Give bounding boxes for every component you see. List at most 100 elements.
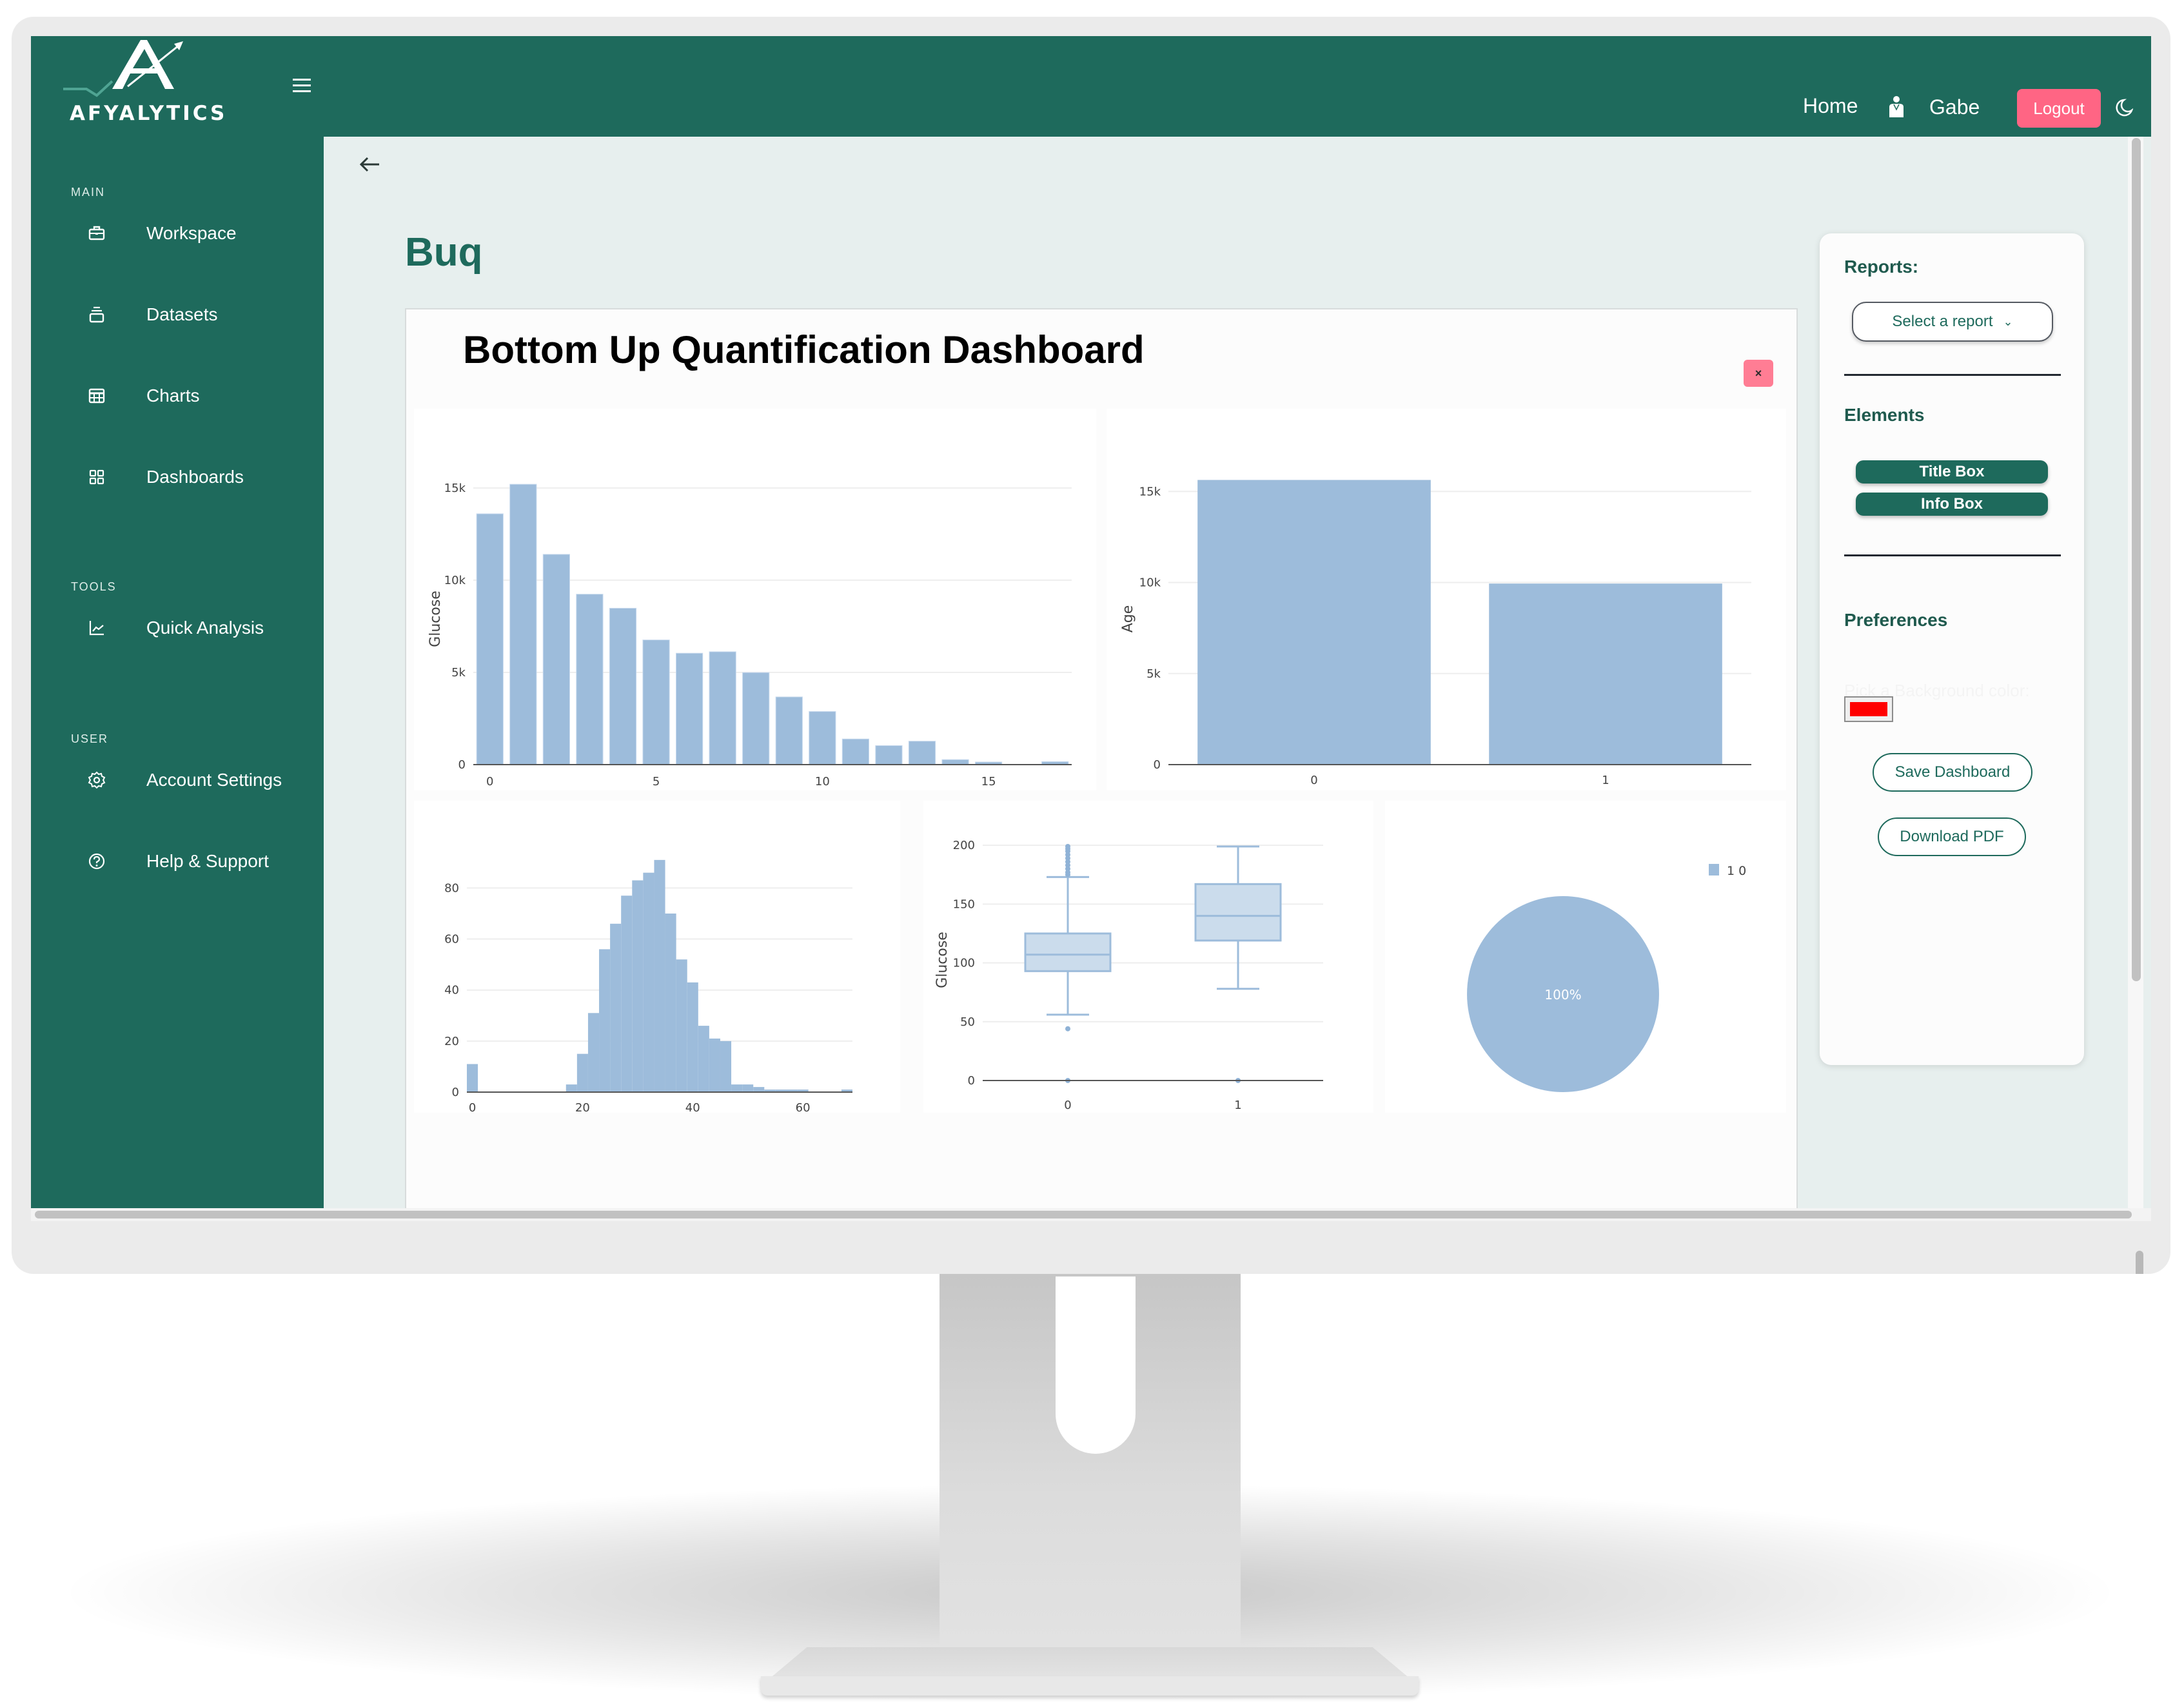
vertical-scrollbar-thumb[interactable] bbox=[2132, 138, 2141, 981]
chart-svg: 0204060800204060BMI bbox=[444, 859, 852, 1113]
x-tick-label: 0 bbox=[1310, 774, 1317, 787]
close-title-box-button[interactable]: × bbox=[1744, 360, 1773, 387]
sidebar-item-quick-analysis[interactable]: Quick Analysis bbox=[31, 605, 324, 656]
histogram-bar bbox=[742, 1084, 754, 1092]
histogram-bar bbox=[599, 949, 611, 1092]
y-tick-label: 100 bbox=[953, 957, 975, 970]
help-icon bbox=[88, 853, 105, 870]
chart-outcome-age[interactable]: 05k10k15k01OutcomeAge bbox=[1107, 409, 1786, 790]
brand-logo[interactable]: AFYALYTICS bbox=[50, 36, 257, 133]
sidebar-section-main: MAIN bbox=[71, 186, 105, 199]
x-tick-label: 0 bbox=[486, 775, 493, 788]
y-tick-label: 0 bbox=[452, 1086, 459, 1099]
x-tick-label: 1 bbox=[1234, 1099, 1241, 1112]
brand-name: AFYALYTICS bbox=[70, 102, 228, 125]
y-tick-label: 15k bbox=[1139, 485, 1161, 498]
bar bbox=[642, 640, 670, 765]
bar bbox=[875, 745, 903, 765]
chart-outcome-pie[interactable]: 100% 1 0 bbox=[1385, 801, 1786, 1113]
outlier-point bbox=[1065, 1026, 1070, 1032]
top-navbar: AFYALYTICS Home Gabe Logout bbox=[31, 36, 2151, 137]
sidebar-item-workspace[interactable]: Workspace bbox=[31, 210, 324, 262]
histogram-bar bbox=[576, 1053, 588, 1092]
bg-color-picker[interactable] bbox=[1844, 696, 1893, 722]
bar bbox=[476, 513, 504, 765]
sidebar-item-label: Help & Support bbox=[146, 851, 269, 871]
y-tick-label: 5k bbox=[1146, 667, 1161, 681]
add-title-box-button[interactable]: Title Box bbox=[1856, 460, 2048, 484]
bar bbox=[675, 652, 703, 765]
chart-svg: 05k10k15k051015PregnanciesGlucose bbox=[428, 482, 1072, 788]
sidebar-item-datasets[interactable]: Datasets bbox=[31, 291, 324, 343]
histogram-bar bbox=[587, 1013, 600, 1092]
reports-heading: Reports: bbox=[1844, 257, 1919, 277]
sidebar-section-user: USER bbox=[71, 732, 109, 745]
histogram-bar bbox=[621, 895, 633, 1092]
report-select-label: Select a report bbox=[1892, 313, 1993, 330]
chart-pregnancies-glucose[interactable]: 05k10k15k051015PregnanciesGlucose bbox=[414, 409, 1096, 790]
y-tick-label: 10k bbox=[444, 574, 466, 587]
y-tick-label: 40 bbox=[444, 984, 459, 997]
chart-bmi-histogram[interactable]: 0204060800204060BMI bbox=[414, 801, 900, 1113]
dashboard-title[interactable]: Bottom Up Quantification Dashboard bbox=[463, 328, 1145, 372]
bar bbox=[941, 759, 969, 765]
user-icon bbox=[1889, 96, 1904, 117]
add-info-box-button[interactable]: Info Box bbox=[1856, 493, 2048, 516]
y-tick-label: 0 bbox=[458, 758, 466, 772]
bg-color-value bbox=[1850, 702, 1887, 716]
chart-svg: 100% 1 0 bbox=[1467, 864, 1746, 1092]
report-select[interactable]: Select a report ⌄ bbox=[1852, 302, 2053, 342]
histogram-bar bbox=[709, 1038, 720, 1092]
elements-heading: Elements bbox=[1844, 405, 1925, 425]
sidebar-item-dashboards[interactable]: Dashboards bbox=[31, 454, 324, 505]
user-name[interactable]: Gabe bbox=[1929, 95, 1980, 119]
histogram-bar bbox=[467, 1064, 478, 1092]
logout-button[interactable]: Logout bbox=[2017, 89, 2101, 128]
y-tick-label: 80 bbox=[444, 881, 459, 895]
y-tick-label: 5k bbox=[451, 666, 466, 680]
y-axis-title: Age bbox=[1120, 605, 1136, 633]
chevron-down-icon: ⌄ bbox=[2003, 315, 2013, 328]
y-tick-label: 0 bbox=[968, 1074, 975, 1088]
bar bbox=[1197, 480, 1431, 765]
dashboard-controls-panel: Reports: Select a report ⌄ Elements Titl… bbox=[1820, 233, 2084, 1065]
monitor-button bbox=[2136, 1251, 2143, 1274]
histogram-bar bbox=[698, 1026, 709, 1092]
sidebar-item-label: Charts bbox=[146, 386, 200, 406]
gear-icon bbox=[88, 771, 106, 789]
save-dashboard-button[interactable]: Save Dashboard bbox=[1873, 753, 2032, 792]
legend-label: 1 0 bbox=[1727, 864, 1746, 878]
y-tick-label: 150 bbox=[953, 897, 975, 911]
bar bbox=[509, 484, 537, 765]
bar bbox=[775, 696, 803, 765]
y-axis-title: Glucose bbox=[428, 591, 444, 647]
moon-icon[interactable] bbox=[2115, 98, 2133, 117]
sidebar-section-tools: TOOLS bbox=[71, 580, 117, 593]
nav-home-link[interactable]: Home bbox=[1803, 94, 1858, 118]
x-tick-label: 5 bbox=[653, 775, 660, 788]
line-chart-icon bbox=[89, 621, 104, 636]
histogram-bar bbox=[676, 959, 687, 1092]
download-pdf-button[interactable]: Download PDF bbox=[1878, 817, 2026, 856]
chart-glucose-boxplot[interactable]: 05010015020001OutcomeGlucose bbox=[923, 801, 1373, 1113]
bar bbox=[1489, 583, 1722, 765]
sidebar-item-help-support[interactable]: Help & Support bbox=[31, 838, 324, 890]
histogram-bar bbox=[643, 872, 654, 1092]
y-tick-label: 0 bbox=[1154, 758, 1161, 772]
monitor-stand-slot bbox=[1056, 1276, 1136, 1454]
menu-icon[interactable] bbox=[293, 79, 311, 93]
table-icon bbox=[88, 388, 105, 404]
y-tick-label: 50 bbox=[960, 1015, 975, 1029]
x-tick-label: 10 bbox=[815, 775, 830, 788]
sidebar: MAIN Workspace Datasets Charts Dashboard… bbox=[31, 137, 324, 1221]
y-tick-label: 10k bbox=[1139, 576, 1161, 590]
bar bbox=[609, 607, 637, 765]
x-tick-label: 20 bbox=[575, 1101, 590, 1113]
sidebar-item-charts[interactable]: Charts bbox=[31, 373, 324, 424]
y-tick-label: 60 bbox=[444, 933, 459, 946]
sidebar-item-account-settings[interactable]: Account Settings bbox=[31, 757, 324, 808]
sidebar-item-label: Workspace bbox=[146, 223, 237, 243]
sidebar-item-label: Datasets bbox=[146, 304, 218, 324]
back-arrow-icon[interactable] bbox=[359, 155, 382, 174]
horizontal-scrollbar-thumb[interactable] bbox=[35, 1211, 2132, 1218]
